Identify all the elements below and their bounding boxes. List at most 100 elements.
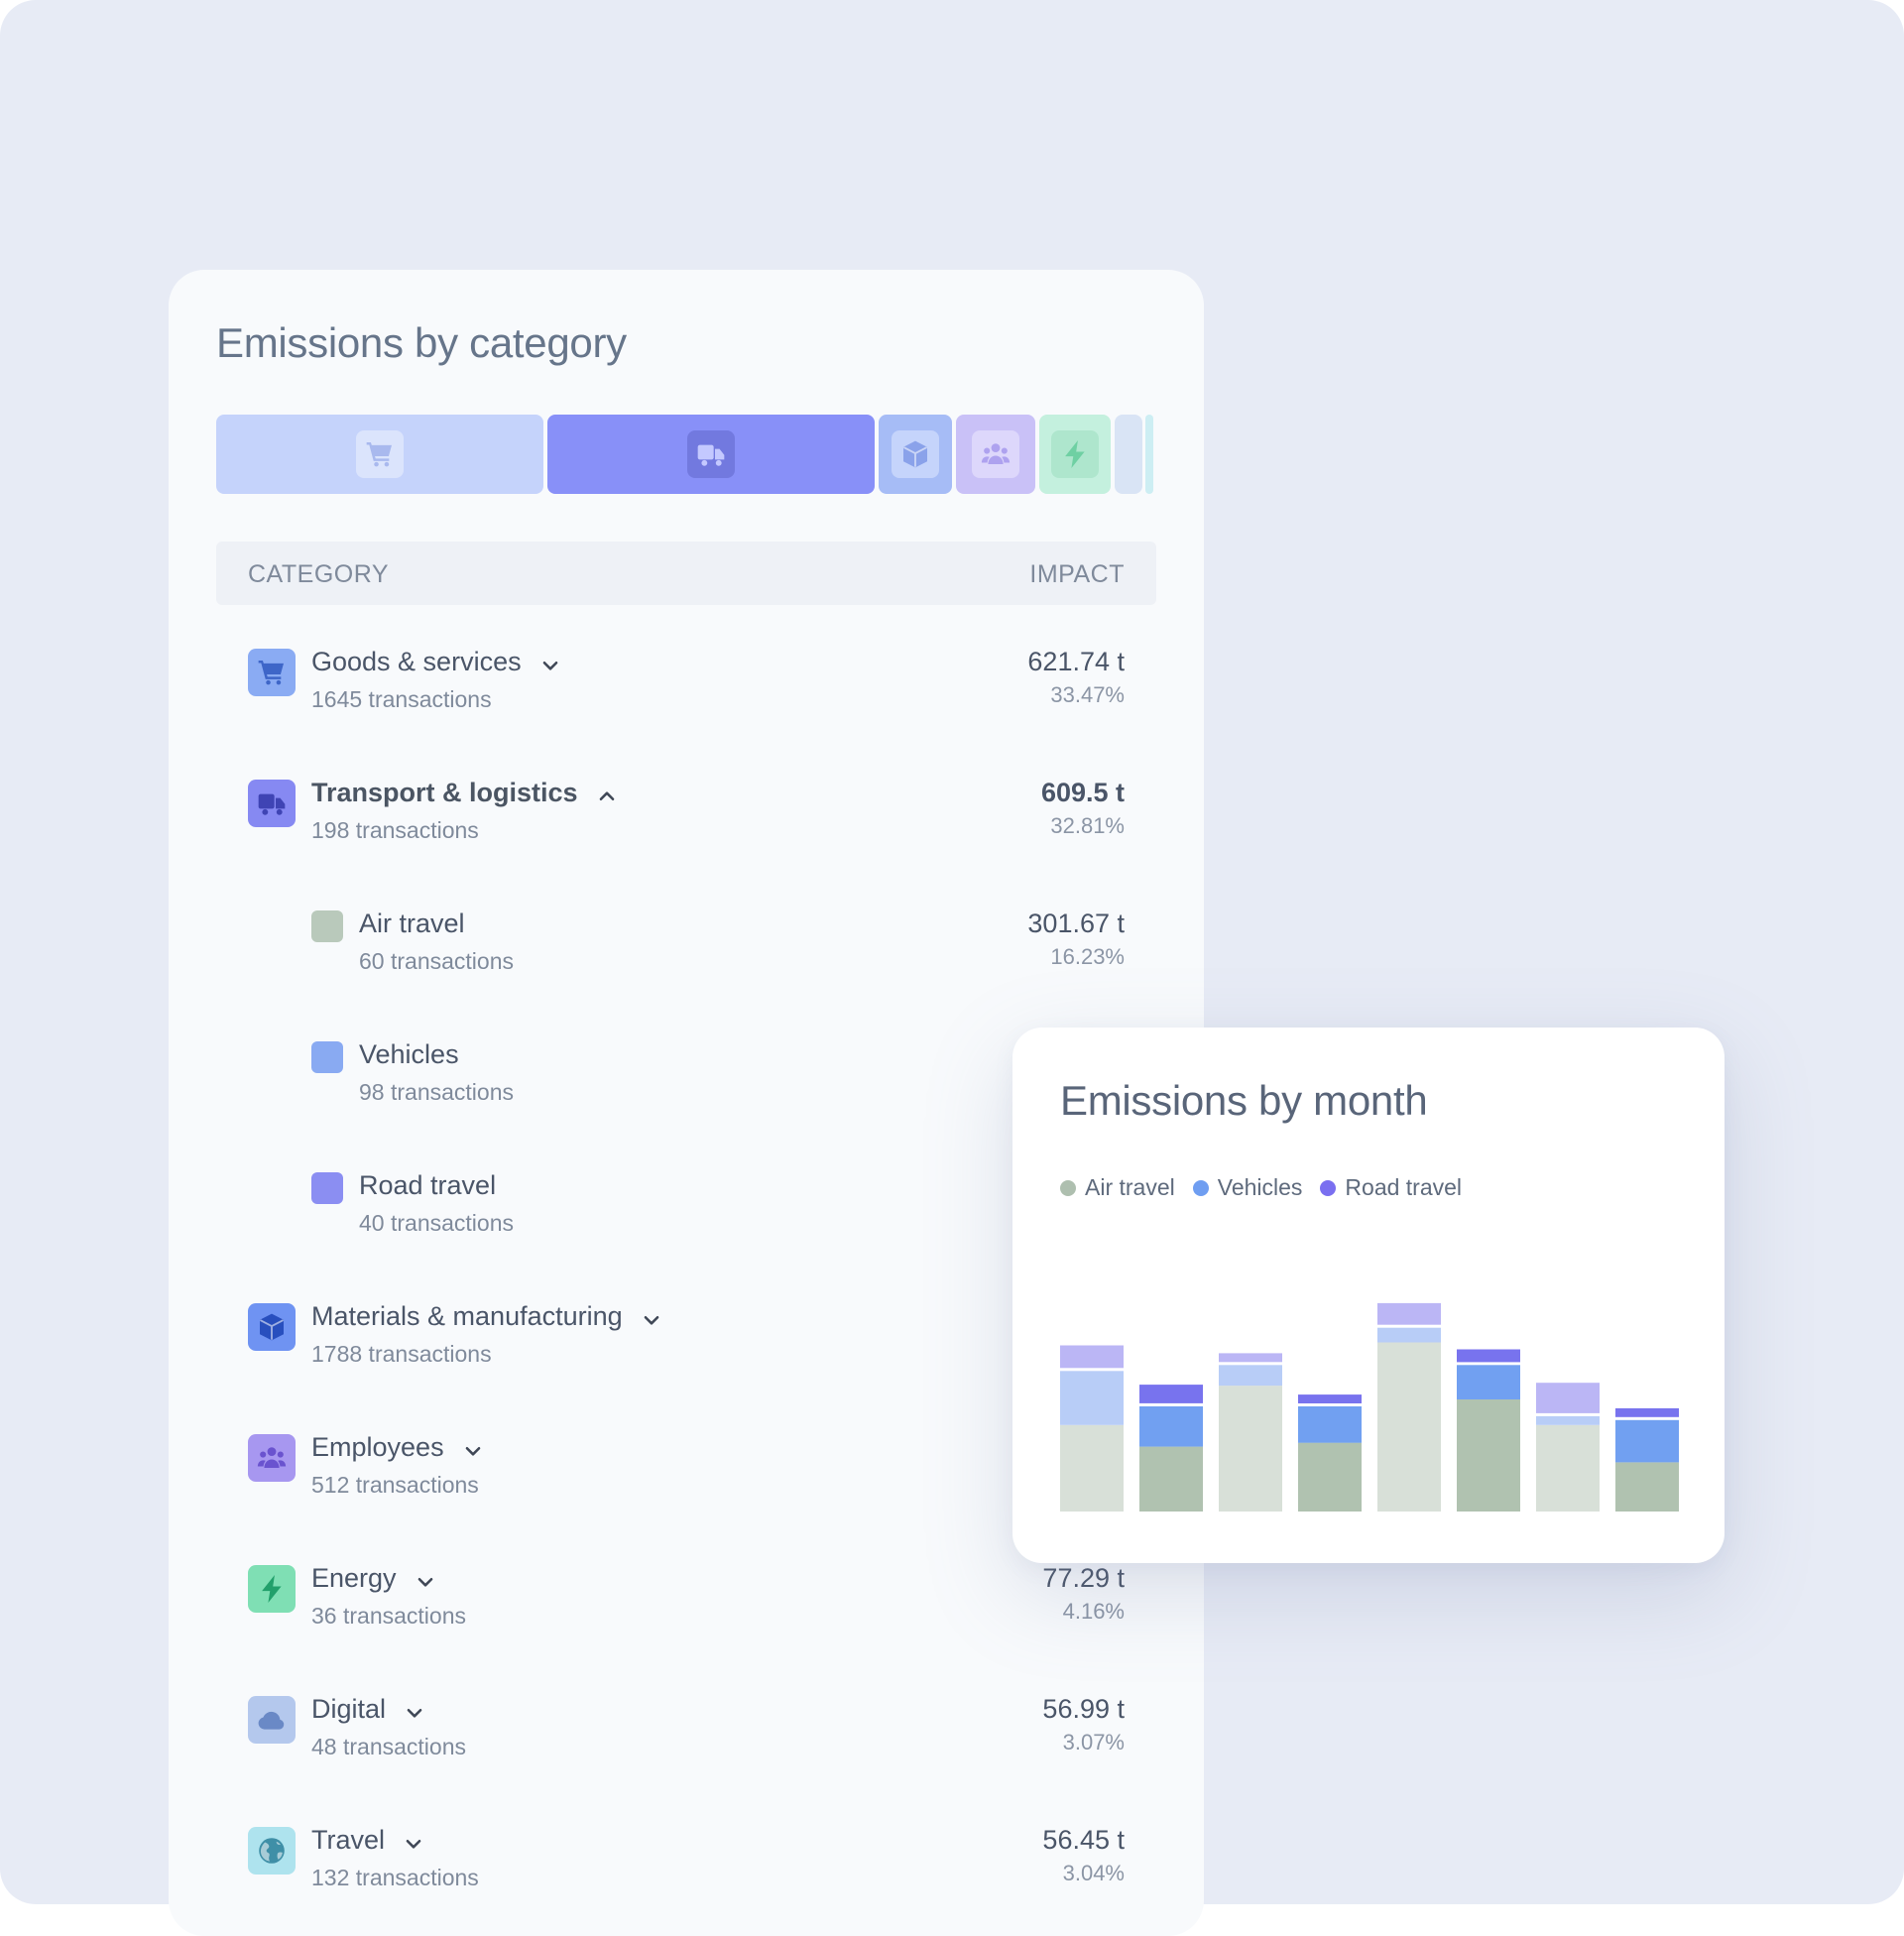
row-name: Energy xyxy=(311,1563,436,1594)
transaction-count: 40 transactions xyxy=(359,1210,514,1236)
impact-percent: 4.16% xyxy=(1062,1599,1125,1624)
box-icon xyxy=(248,1303,296,1351)
bolt-icon xyxy=(1051,430,1099,478)
bar-segment[interactable] xyxy=(1139,1446,1203,1512)
bar-segment[interactable] xyxy=(1457,1365,1520,1399)
transaction-count: 132 transactions xyxy=(311,1865,479,1890)
bar-segment[interactable] xyxy=(1615,1407,1679,1417)
column-header-impact[interactable]: IMPACT xyxy=(1029,560,1125,589)
legend-item[interactable]: Air travel xyxy=(1060,1174,1175,1201)
category-row[interactable]: Goods & services 1645 transactions 621.74 … xyxy=(216,633,1156,764)
bar-segment[interactable] xyxy=(1377,1302,1441,1325)
bolt-icon xyxy=(248,1565,296,1613)
row-name: Road travel xyxy=(359,1170,496,1201)
row-name: Vehicles xyxy=(359,1039,459,1070)
cloud-icon xyxy=(248,1696,296,1744)
bar-segment[interactable] xyxy=(1139,1406,1203,1447)
bar-segment[interactable] xyxy=(1219,1353,1282,1363)
category-segment-6[interactable] xyxy=(1145,415,1153,494)
box-icon xyxy=(892,430,939,478)
category-segment-cart[interactable] xyxy=(216,415,543,494)
chevron-down-icon[interactable] xyxy=(462,1438,484,1460)
cart-icon xyxy=(248,649,296,696)
color-swatch xyxy=(311,910,343,942)
bar-segment[interactable] xyxy=(1457,1399,1520,1512)
color-swatch xyxy=(311,1172,343,1204)
color-swatch xyxy=(311,1041,343,1073)
category-row[interactable]: Digital 48 transactions 56.99 t 3.07% xyxy=(216,1680,1156,1811)
globe-icon xyxy=(248,1827,296,1875)
bar-segment[interactable] xyxy=(1615,1462,1679,1512)
impact-percent: 33.47% xyxy=(1050,682,1125,707)
bar-segment[interactable] xyxy=(1377,1327,1441,1343)
row-name-text: Materials & manufacturing xyxy=(311,1301,623,1331)
impact-value: 56.45 t xyxy=(1042,1825,1125,1855)
chevron-down-icon[interactable] xyxy=(415,1569,436,1591)
bar-segment[interactable] xyxy=(1615,1419,1679,1463)
bar-segment[interactable] xyxy=(1060,1371,1124,1425)
row-name-text: Goods & services xyxy=(311,647,522,676)
transaction-count: 198 transactions xyxy=(311,817,479,843)
row-name: Air travel xyxy=(359,908,465,939)
row-name: Goods & services xyxy=(311,647,561,677)
transaction-count: 60 transactions xyxy=(359,948,514,974)
row-name: Digital xyxy=(311,1694,425,1725)
table-header: CATEGORY IMPACT xyxy=(216,542,1156,605)
impact-percent: 16.23% xyxy=(1050,944,1125,969)
bar-segment[interactable] xyxy=(1060,1345,1124,1369)
impact-percent: 32.81% xyxy=(1050,813,1125,838)
chevron-up-icon[interactable] xyxy=(596,784,618,805)
transaction-count: 98 transactions xyxy=(359,1079,514,1105)
category-segment-truck[interactable] xyxy=(547,415,875,494)
bar-segment[interactable] xyxy=(1298,1406,1362,1443)
category-segment-users[interactable] xyxy=(956,415,1035,494)
impact-value: 301.67 t xyxy=(1027,908,1125,938)
bar-segment[interactable] xyxy=(1298,1442,1362,1512)
bar-segment[interactable] xyxy=(1139,1385,1203,1403)
bar-segment[interactable] xyxy=(1536,1415,1600,1425)
card-title: Emissions by month xyxy=(1060,1077,1428,1124)
row-name-text: Employees xyxy=(311,1432,444,1462)
impact-value: 609.5 t xyxy=(1040,778,1125,807)
impact-value: 621.74 t xyxy=(1027,647,1125,676)
legend-item[interactable]: Vehicles xyxy=(1192,1174,1302,1201)
category-segment-bolt[interactable] xyxy=(1039,415,1111,494)
row-name-text: Transport & logistics xyxy=(311,778,578,807)
impact-value: 77.29 t xyxy=(1042,1563,1125,1593)
category-segment-5[interactable] xyxy=(1115,415,1142,494)
bar-segment[interactable] xyxy=(1457,1349,1520,1363)
category-segment-box[interactable] xyxy=(879,415,952,494)
chevron-down-icon[interactable] xyxy=(539,653,561,674)
chevron-down-icon[interactable] xyxy=(403,1831,424,1853)
users-icon xyxy=(248,1434,296,1482)
panel-title: Emissions by category xyxy=(216,319,627,366)
transaction-count: 48 transactions xyxy=(311,1734,466,1759)
column-header-category[interactable]: CATEGORY xyxy=(248,560,389,589)
legend-dot xyxy=(1192,1179,1209,1196)
bar-segment[interactable] xyxy=(1060,1424,1124,1512)
row-name: Materials & manufacturing xyxy=(311,1301,662,1332)
bar-segment[interactable] xyxy=(1536,1424,1600,1512)
bar-segment[interactable] xyxy=(1377,1342,1441,1512)
transaction-count: 36 transactions xyxy=(311,1603,466,1629)
bar-segment[interactable] xyxy=(1298,1394,1362,1403)
legend-dot xyxy=(1060,1179,1076,1196)
bar-segment[interactable] xyxy=(1536,1383,1600,1413)
category-row[interactable]: Energy 36 transactions 77.29 t 4.16% xyxy=(216,1549,1156,1680)
row-name-text: Travel xyxy=(311,1825,386,1855)
chevron-down-icon[interactable] xyxy=(404,1700,425,1722)
bar-segment[interactable] xyxy=(1219,1386,1282,1512)
bar-segment[interactable] xyxy=(1219,1365,1282,1387)
transaction-count: 512 transactions xyxy=(311,1472,479,1498)
subcategory-row[interactable]: Air travel 60 transactions 301.67 t 16.23% xyxy=(216,895,1156,1026)
legend-label: Road travel xyxy=(1345,1174,1463,1200)
row-name: Travel xyxy=(311,1825,424,1856)
legend-dot xyxy=(1320,1179,1337,1196)
category-row[interactable]: Transport & logistics 198 transactions 609… xyxy=(216,764,1156,895)
chevron-down-icon[interactable] xyxy=(641,1307,662,1329)
row-name-text: Road travel xyxy=(359,1170,497,1200)
truck-icon xyxy=(687,430,735,478)
row-name-text: Energy xyxy=(311,1563,397,1593)
category-row[interactable]: Travel 132 transactions 56.45 t 3.04% xyxy=(216,1811,1156,1936)
legend-item[interactable]: Road travel xyxy=(1320,1174,1462,1201)
